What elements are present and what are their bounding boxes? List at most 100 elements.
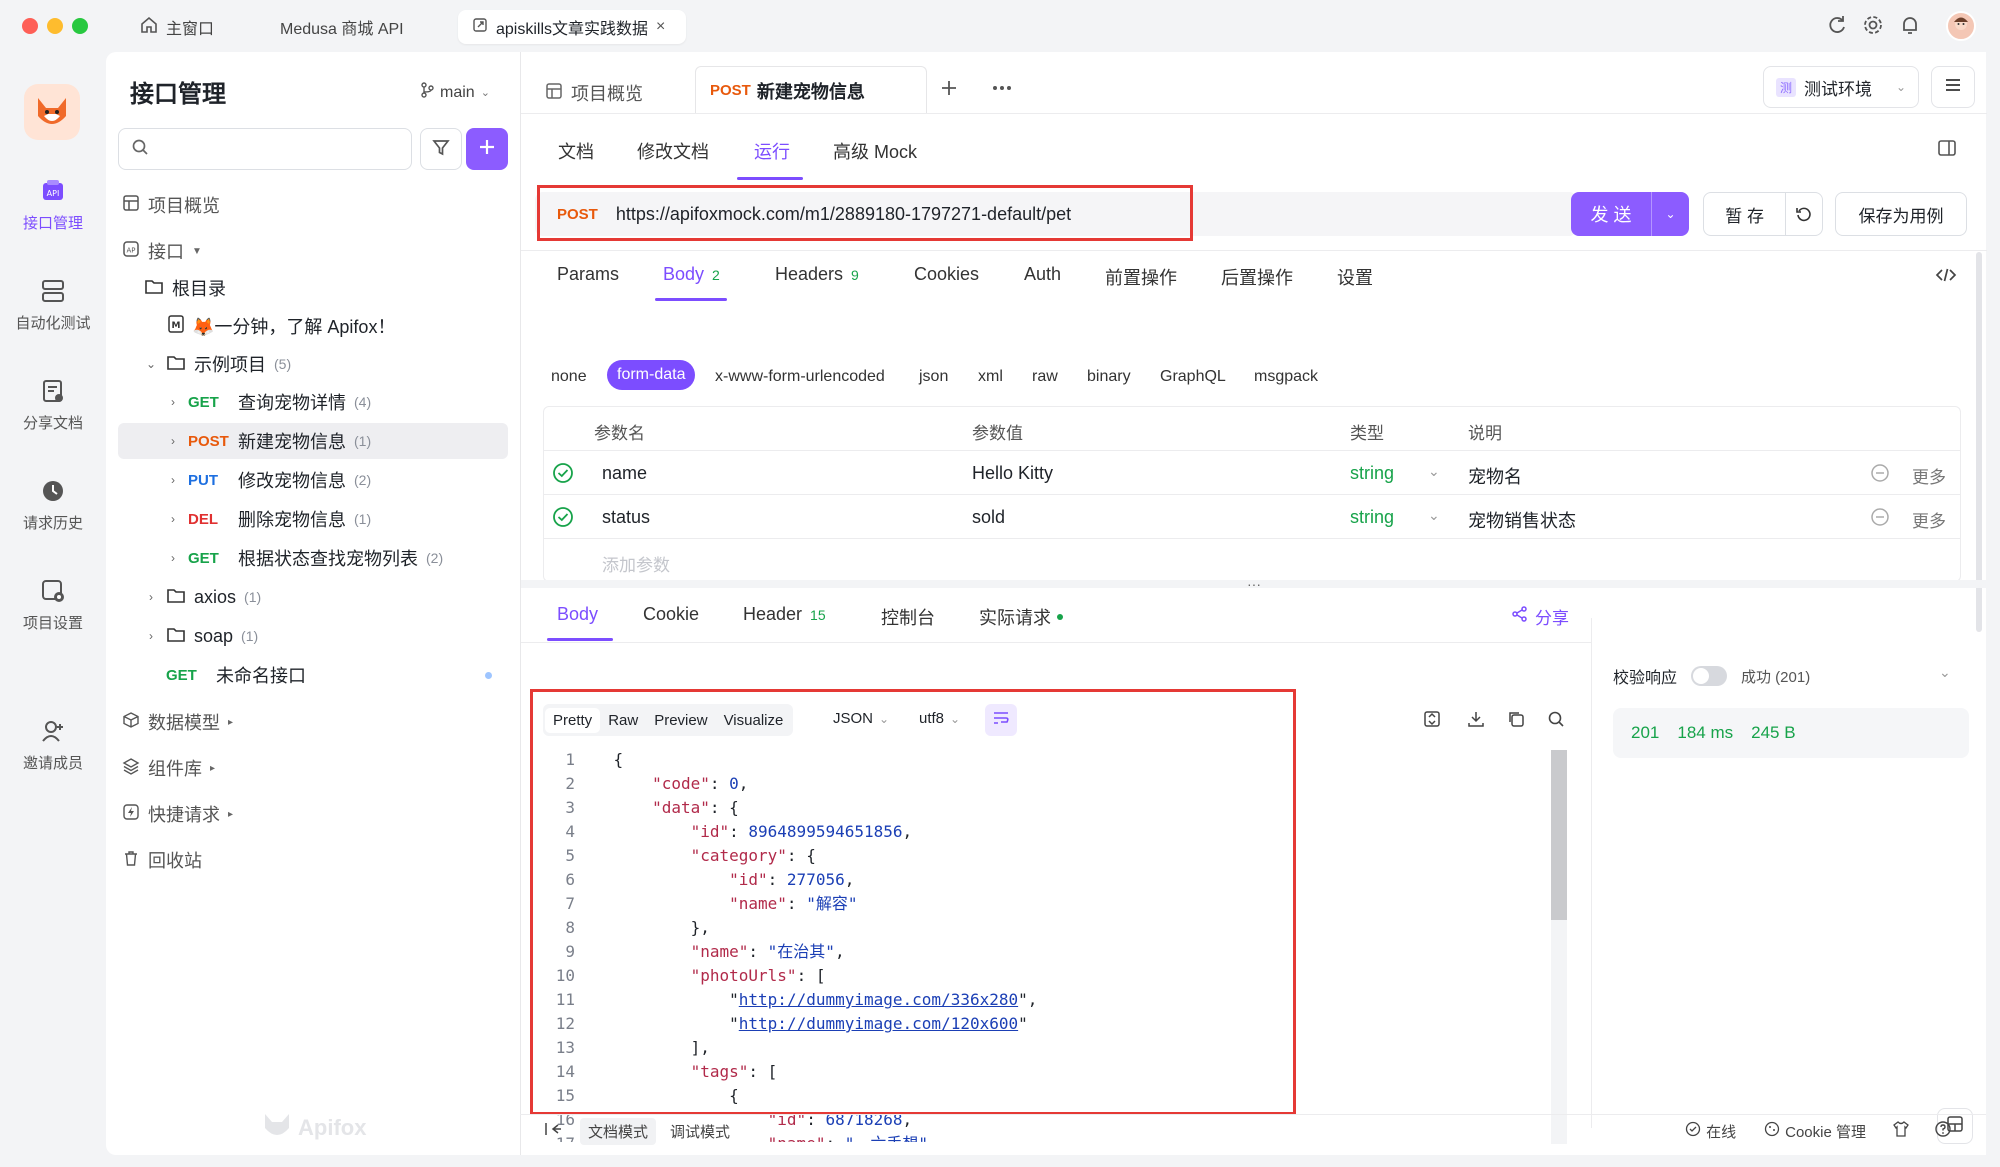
endpoint-get-pet-detail[interactable]: › GET 查询宠物详情 (4)	[166, 384, 371, 420]
body-type-xml[interactable]: xml	[978, 368, 1003, 386]
copy-icon[interactable]	[1507, 710, 1525, 733]
response-tab-body[interactable]: Body	[557, 604, 598, 625]
sidebar-item-overview[interactable]: 项目概览	[122, 187, 220, 223]
download-icon[interactable]	[1467, 710, 1485, 733]
environment-select[interactable]: 测 测试环境 ⌄	[1763, 66, 1919, 108]
rail-item-history[interactable]: 请求历史	[0, 476, 106, 533]
search-input[interactable]	[157, 140, 397, 158]
new-tab-plus-icon[interactable]	[939, 78, 959, 103]
tree-doc-intro[interactable]: M 🦊一分钟，了解 Apifox！	[168, 308, 395, 344]
rail-item-automation[interactable]: 自动化测试	[0, 276, 106, 333]
rail-item-invite-member[interactable]: 邀请成员	[0, 716, 106, 773]
cookie-manager-button[interactable]: Cookie 管理	[1764, 1121, 1866, 1142]
validate-toggle[interactable]	[1691, 666, 1728, 686]
subtab-run[interactable]: 运行	[754, 138, 790, 164]
tree-folder-axios[interactable]: › axios (1)	[144, 579, 261, 615]
rail-item-share-doc[interactable]: 分享文档	[0, 376, 106, 433]
reset-icon[interactable]	[1786, 205, 1822, 223]
param-value-cell[interactable]: sold	[972, 507, 1005, 528]
body-type-raw[interactable]: raw	[1032, 368, 1058, 386]
more-button[interactable]: 更多	[1912, 507, 1946, 532]
check-circle-icon[interactable]	[552, 506, 574, 533]
response-tab-console[interactable]: 控制台	[881, 604, 935, 630]
param-desc-cell[interactable]: 宠物名	[1468, 463, 1522, 489]
window-tab-home[interactable]: 主窗口	[126, 10, 228, 44]
sidebar-item-components[interactable]: 组件库 ▸	[122, 750, 215, 786]
param-tab-post-actions[interactable]: 后置操作	[1221, 264, 1293, 290]
minimize-window-button[interactable]	[47, 18, 63, 34]
more-button[interactable]: 更多	[1912, 463, 1946, 488]
search-icon[interactable]	[1547, 710, 1565, 733]
body-type-graphql[interactable]: GraphQL	[1160, 368, 1226, 386]
remove-circle-icon[interactable]	[1870, 507, 1890, 532]
param-value-cell[interactable]: Hello Kitty	[972, 463, 1053, 484]
more-tabs-icon[interactable]	[991, 78, 1013, 103]
body-type-none[interactable]: none	[551, 368, 587, 386]
param-tab-settings[interactable]: 设置	[1337, 264, 1373, 290]
body-type-msgpack[interactable]: msgpack	[1254, 368, 1318, 386]
filter-button[interactable]	[420, 128, 462, 170]
rail-item-project-settings[interactable]: 项目设置	[0, 576, 106, 633]
response-tab-actual-request[interactable]: 实际请求	[979, 604, 1063, 630]
param-type-select[interactable]: string	[1350, 463, 1394, 484]
shirt-icon[interactable]	[1892, 1121, 1910, 1141]
check-circle-icon[interactable]	[552, 462, 574, 489]
close-window-button[interactable]	[22, 18, 38, 34]
code-icon[interactable]	[1935, 266, 1957, 289]
help-icon[interactable]	[1934, 1120, 1952, 1142]
code-scrollbar[interactable]	[1551, 750, 1567, 1144]
bell-icon[interactable]	[1899, 14, 1921, 41]
share-button[interactable]: 分享	[1511, 604, 1569, 629]
sidebar-item-interfaces[interactable]: AP 接口 ▼	[122, 233, 202, 269]
param-tab-pre-actions[interactable]: 前置操作	[1105, 264, 1177, 290]
add-button[interactable]	[466, 128, 508, 170]
subtab-edit-docs[interactable]: 修改文档	[637, 138, 709, 164]
param-tab-auth[interactable]: Auth	[1024, 264, 1061, 285]
body-type-json[interactable]: json	[919, 368, 948, 386]
code-scrollbar-thumb[interactable]	[1551, 750, 1567, 920]
param-tab-cookies[interactable]: Cookies	[914, 264, 979, 285]
param-name-cell[interactable]: status	[602, 507, 650, 528]
refresh-icon[interactable]	[1826, 14, 1848, 41]
endpoint-del-delete-pet[interactable]: › DEL 删除宠物信息 (1)	[166, 501, 371, 537]
endpoint-get-pets-by-status[interactable]: › GET 根据状态查找宠物列表 (2)	[166, 540, 443, 576]
param-name-cell[interactable]: name	[602, 463, 647, 484]
add-param-input[interactable]: 添加参数	[602, 551, 670, 576]
sidebar-item-trash[interactable]: 回收站	[122, 842, 202, 878]
doc-tab-create-pet[interactable]: POST 新建宠物信息	[695, 66, 927, 114]
doc-mode-button[interactable]: 文档模式	[580, 1117, 657, 1145]
collapse-icon[interactable]	[1423, 710, 1441, 733]
subtab-docs[interactable]: 文档	[558, 138, 594, 164]
chevron-down-icon[interactable]: ⌄	[1428, 507, 1440, 524]
param-type-select[interactable]: string	[1350, 507, 1394, 528]
avatar[interactable]	[1946, 11, 1976, 41]
param-desc-cell[interactable]: 宠物销售状态	[1468, 507, 1576, 533]
request-scrollbar[interactable]	[1976, 252, 1982, 632]
sidebar-item-data-models[interactable]: 数据模型 ▸	[122, 704, 233, 740]
search-box[interactable]	[118, 128, 412, 170]
debug-mode-button[interactable]: 调试模式	[662, 1118, 738, 1145]
window-tab-apiskills[interactable]: apiskills文章实践数据 ×	[458, 10, 686, 44]
response-tab-header[interactable]: Header 15	[743, 604, 826, 625]
body-type-form-data[interactable]: form-data	[607, 360, 696, 390]
env-menu-button[interactable]	[1931, 66, 1975, 108]
maximize-window-button[interactable]	[72, 18, 88, 34]
chevron-down-icon[interactable]: ⌄	[1428, 463, 1440, 480]
subtab-advanced-mock[interactable]: 高级 Mock	[833, 138, 917, 164]
tree-folder-examples[interactable]: ⌄ 示例项目 (5)	[144, 346, 291, 382]
rail-item-api-manage[interactable]: API 接口管理	[0, 176, 106, 233]
gear-icon[interactable]	[1862, 14, 1884, 41]
window-tab-medusa[interactable]: Medusa 商城 API	[266, 10, 418, 44]
remove-circle-icon[interactable]	[1870, 463, 1890, 488]
send-button[interactable]: 发 送 ⌄	[1571, 192, 1689, 236]
chevron-down-icon[interactable]: ⌄	[1652, 207, 1689, 221]
body-type-urlencoded[interactable]: x-www-form-urlencoded	[715, 368, 885, 386]
param-tab-headers[interactable]: Headers 9	[775, 264, 859, 285]
tree-folder-soap[interactable]: › soap (1)	[144, 618, 258, 654]
endpoint-post-create-pet[interactable]: › POST 新建宠物信息 (1)	[166, 423, 371, 459]
endpoint-get-unnamed[interactable]: GET 未命名接口	[166, 657, 306, 693]
sidebar-item-quick-requests[interactable]: 快捷请求 ▸	[122, 796, 233, 832]
collapse-sidebar-icon[interactable]	[544, 1121, 562, 1141]
response-tab-cookie[interactable]: Cookie	[643, 604, 699, 625]
save-as-case-button[interactable]: 保存为用例	[1835, 192, 1967, 236]
